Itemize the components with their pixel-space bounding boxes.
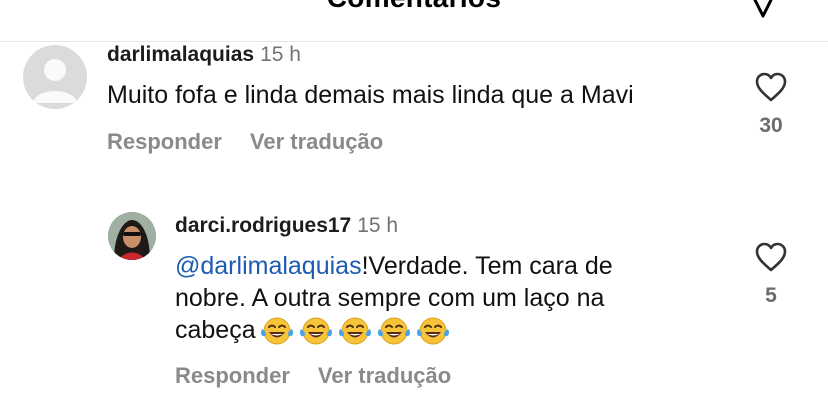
comment-time: 15 h xyxy=(260,43,301,66)
reply-item: darci.rodrigues17 15 h @darlimalaquias!Ve… xyxy=(0,205,828,401)
send-icon[interactable] xyxy=(746,0,780,18)
emoji-group xyxy=(260,315,450,347)
comment-actions: Responder Ver tradução xyxy=(107,129,411,155)
laughing-tears-emoji-icon xyxy=(416,317,449,345)
like-count: 30 xyxy=(759,114,783,137)
like-count: 5 xyxy=(765,284,777,307)
mention-link[interactable]: @darlimalaquias xyxy=(175,252,362,280)
translate-button[interactable]: Ver tradução xyxy=(250,129,383,154)
comments-header: Comentários xyxy=(0,0,828,42)
comment-text: @darlimalaquias!Verdade. Tem cara de nob… xyxy=(175,250,613,347)
laughing-tears-emoji-icon xyxy=(377,317,410,345)
avatar[interactable] xyxy=(108,212,156,260)
comment-username[interactable]: darci.rodrigues17 xyxy=(175,214,351,237)
heart-icon[interactable] xyxy=(754,241,788,273)
comment-username[interactable]: darlimalaquias xyxy=(107,43,254,66)
laughing-tears-emoji-icon xyxy=(260,317,293,345)
heart-icon[interactable] xyxy=(754,71,788,103)
reply-button[interactable]: Responder xyxy=(175,363,290,388)
avatar[interactable] xyxy=(23,45,87,109)
page-title: Comentários xyxy=(0,0,828,14)
comment-text: Muito fofa e linda demais mais linda que… xyxy=(107,81,634,109)
default-avatar-icon xyxy=(33,59,77,103)
like-control: 30 xyxy=(751,71,791,138)
comment-text-line: cabeça xyxy=(175,316,256,344)
comment-text-line: nobre. A outra sempre com um laço na xyxy=(175,284,605,312)
comment-time: 15 h xyxy=(357,214,399,237)
like-control: 5 xyxy=(751,241,791,308)
comment-actions: Responder Ver tradução xyxy=(175,363,479,389)
user-photo-icon xyxy=(108,212,156,260)
reply-button[interactable]: Responder xyxy=(107,129,222,154)
laughing-tears-emoji-icon xyxy=(338,317,371,345)
translate-button[interactable]: Ver tradução xyxy=(318,363,451,388)
comment-item: darlimalaquias 15 h Muito fofa e linda de… xyxy=(0,41,828,171)
comment-text-line: !Verdade. Tem cara de xyxy=(361,252,613,280)
laughing-tears-emoji-icon xyxy=(299,317,332,345)
